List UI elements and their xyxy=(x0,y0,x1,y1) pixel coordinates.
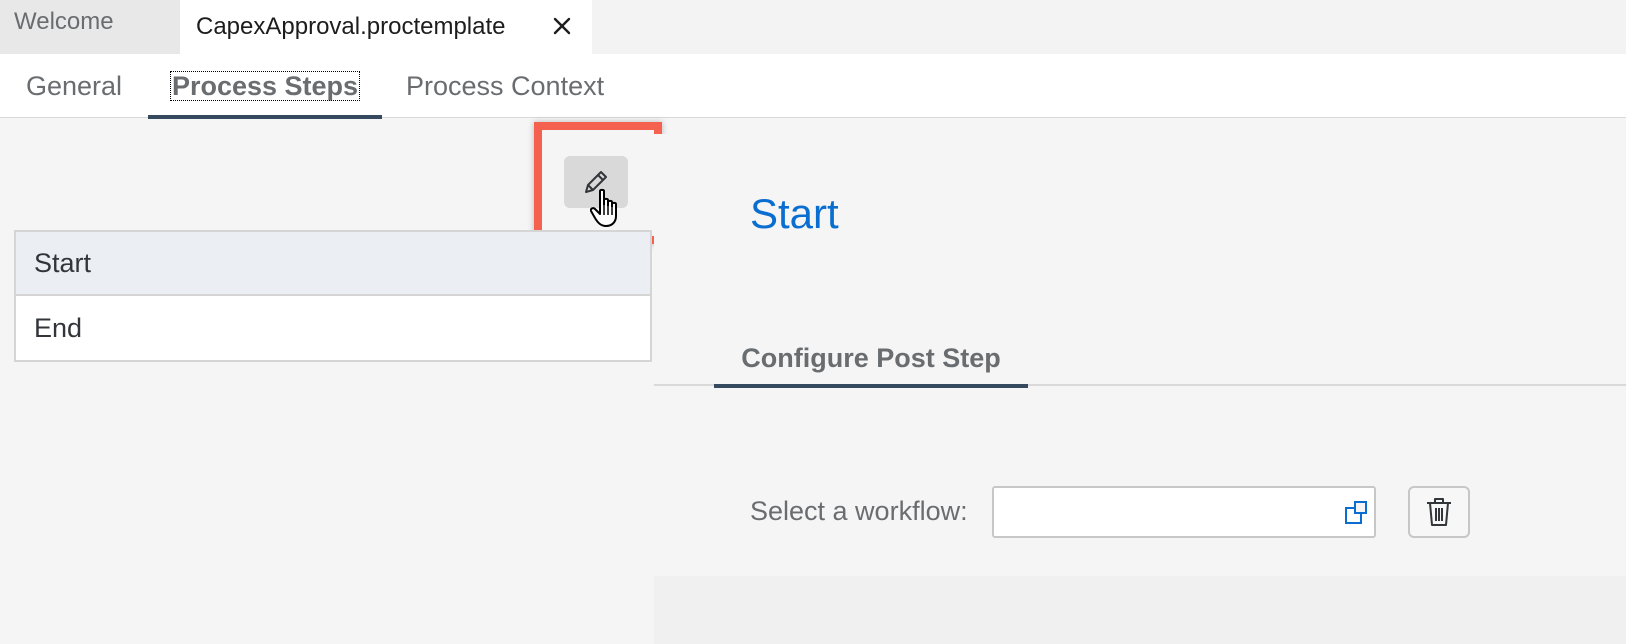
process-step-list: Start End xyxy=(14,230,652,362)
trash-icon xyxy=(1427,498,1451,526)
editor-tab-welcome-label: Welcome xyxy=(14,8,114,35)
editor-tab-welcome[interactable]: Welcome xyxy=(0,0,180,54)
tab-configure-post-step[interactable]: Configure Post Step xyxy=(714,330,1028,388)
highlight-frame xyxy=(534,122,662,244)
tab-general[interactable]: General xyxy=(26,54,122,118)
workflow-input[interactable] xyxy=(992,486,1376,538)
step-item-start-label: Start xyxy=(34,247,92,278)
step-detail-panel: Start Configure Post Step Select a workf… xyxy=(654,134,1626,644)
tab-process-context[interactable]: Process Context xyxy=(406,54,604,118)
detail-tab-bar: Configure Post Step xyxy=(654,330,1626,388)
step-item-end-label: End xyxy=(34,312,83,343)
editor-tab-capexapproval-label: CapexApproval.proctemplate xyxy=(196,13,506,40)
editor-tab-strip: Welcome CapexApproval.proctemplate xyxy=(0,0,1626,54)
close-icon[interactable] xyxy=(550,14,574,38)
step-detail-card: Start Configure Post Step Select a workf… xyxy=(654,134,1626,576)
step-item-start[interactable]: Start xyxy=(16,232,650,296)
delete-workflow-button[interactable] xyxy=(1408,486,1470,538)
editor-tab-capexapproval[interactable]: CapexApproval.proctemplate xyxy=(180,0,592,54)
tab-process-steps-label: Process Steps xyxy=(169,71,361,101)
step-item-end[interactable]: End xyxy=(16,296,650,360)
value-help-icon[interactable] xyxy=(1344,500,1370,526)
sub-tab-bar: General Process Steps Process Context xyxy=(0,54,1626,119)
tab-process-context-label: Process Context xyxy=(406,70,605,101)
workflow-label: Select a workflow: xyxy=(750,496,968,526)
tab-configure-post-step-label: Configure Post Step xyxy=(741,342,1001,373)
tab-general-label: General xyxy=(26,70,123,101)
step-detail-title: Start xyxy=(750,190,839,237)
tab-process-steps[interactable]: Process Steps xyxy=(148,54,382,119)
